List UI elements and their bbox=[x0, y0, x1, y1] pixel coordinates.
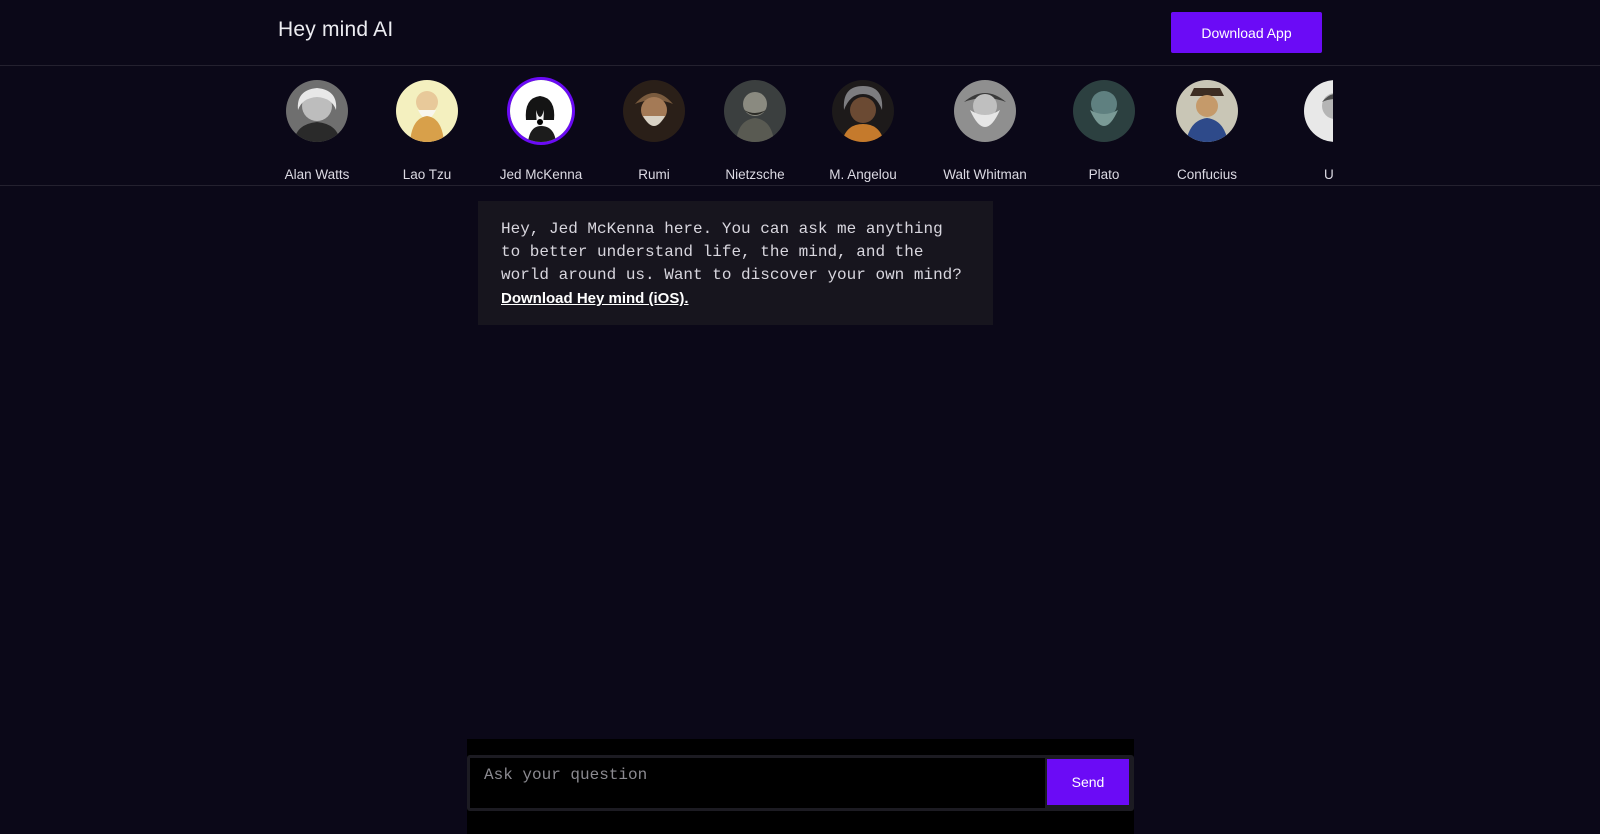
avatar-walt-whitman bbox=[954, 80, 1016, 142]
message-text: Hey, Jed McKenna here. You can ask me an… bbox=[501, 220, 962, 284]
avatar-confucius bbox=[1176, 80, 1238, 142]
composer-box: Send bbox=[467, 755, 1134, 811]
persona-name: Confucius bbox=[1176, 167, 1238, 182]
persona-name: Alan Watts bbox=[284, 167, 350, 182]
avatar-m-angelou bbox=[832, 80, 894, 142]
avatar-lao-tzu bbox=[396, 80, 458, 142]
persona-name: Nietzsche bbox=[725, 167, 785, 182]
persona-name: M. Angelou bbox=[829, 167, 897, 182]
avatar-rumi bbox=[623, 80, 685, 142]
persona-strip[interactable]: Alan Watts Lao Tzu Jed McKenna Rumi Niet bbox=[270, 66, 1333, 186]
avatar-plato bbox=[1073, 80, 1135, 142]
send-button[interactable]: Send bbox=[1047, 759, 1129, 805]
download-ios-link[interactable]: Download Hey mind (iOS). bbox=[501, 287, 970, 310]
question-input[interactable] bbox=[470, 758, 1045, 808]
persona-name: U.G Krishnamurti bbox=[1324, 167, 1333, 182]
avatar-jed-mckenna bbox=[510, 80, 572, 142]
assistant-message: Hey, Jed McKenna here. You can ask me an… bbox=[478, 201, 993, 325]
persona-name: Lao Tzu bbox=[402, 167, 452, 182]
persona-name: Rumi bbox=[638, 167, 670, 182]
download-app-button[interactable]: Download App bbox=[1171, 12, 1322, 53]
top-header: Hey mind AI Download App bbox=[0, 0, 1600, 66]
brand-title[interactable]: Hey mind AI bbox=[278, 18, 393, 42]
avatar-alan-watts bbox=[286, 80, 348, 142]
persona-name: Plato bbox=[1088, 167, 1120, 182]
avatar-nietzsche bbox=[724, 80, 786, 142]
avatar-ug-krishnamurti bbox=[1304, 80, 1333, 142]
persona-name: Walt Whitman bbox=[943, 167, 1027, 182]
persona-bar: Alan Watts Lao Tzu Jed McKenna Rumi Niet bbox=[0, 66, 1600, 186]
persona-name: Jed McKenna bbox=[499, 167, 583, 182]
composer: Send bbox=[467, 739, 1134, 834]
